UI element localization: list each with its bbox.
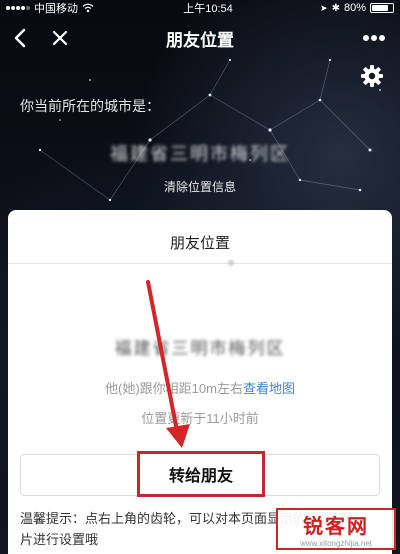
carrier-label: 中国移动	[34, 3, 78, 15]
update-time-text: 位置更新于11小时前	[141, 411, 259, 426]
battery-fill	[372, 5, 388, 11]
nav-bar: 朋友位置	[0, 16, 400, 60]
location-arrow-icon: ➤	[320, 2, 328, 13]
blurred-avatar	[228, 260, 234, 266]
status-bar: 中国移动 上午10:54 ➤ ✱ 80%	[0, 0, 400, 16]
back-button[interactable]	[6, 24, 34, 52]
current-city-value: 福建省三明市梅列区	[110, 144, 290, 164]
watermark-url: www.xitongzhijia.net	[299, 539, 373, 548]
friend-city-value: 福建省三明市梅列区	[114, 339, 286, 358]
view-map-link[interactable]: 查看地图	[243, 381, 295, 396]
forward-to-friend-button[interactable]: 转给朋友	[137, 451, 265, 497]
forward-row: 转给朋友	[20, 451, 380, 497]
close-icon	[52, 30, 68, 46]
friend-location-card: 朋友位置 福建省三明市梅列区 他(她)跟你相距10m左右查看地图 位置更新于11…	[8, 210, 392, 554]
more-button[interactable]	[360, 24, 388, 52]
battery-icon	[370, 3, 394, 13]
card-title: 朋友位置	[169, 235, 230, 252]
bluetooth-icon: ✱	[331, 2, 340, 14]
gear-icon	[361, 65, 383, 87]
close-button[interactable]	[46, 24, 74, 52]
signal-icon	[6, 6, 30, 10]
card-divider	[8, 263, 392, 264]
battery-percent: 80%	[343, 2, 366, 14]
current-city-label: 你当前所在的城市是：	[20, 98, 160, 114]
distance-line: 他(她)跟你相距10m左右查看地图	[8, 378, 392, 397]
back-icon	[14, 28, 26, 48]
status-left: 中国移动	[6, 0, 136, 16]
watermark-text: 锐客网	[303, 516, 369, 538]
more-icon	[363, 35, 385, 41]
settings-button[interactable]	[360, 64, 386, 90]
status-right: ➤ ✱ 80%	[320, 2, 394, 14]
clear-location-link[interactable]: 清除位置信息	[0, 178, 400, 195]
watermark-logo: 锐客网 www.xitongzhijia.net	[276, 508, 396, 550]
distance-text: 他(她)跟你相距10m左右	[105, 381, 243, 396]
app-screen: 中国移动 上午10:54 ➤ ✱ 80% 朋友位置 你当前所在的城市是： 福建省…	[0, 0, 400, 554]
status-time: 上午10:54	[183, 3, 233, 15]
wifi-icon	[82, 3, 94, 13]
